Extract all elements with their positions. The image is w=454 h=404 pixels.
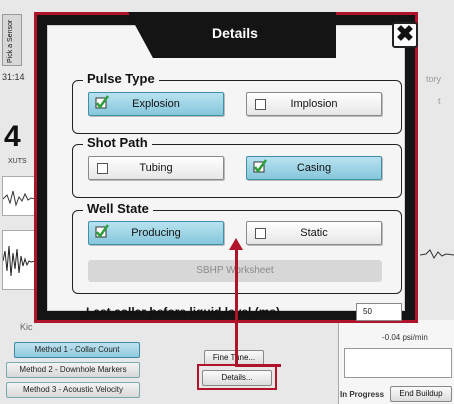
- trace-panel-bottom: [2, 230, 35, 290]
- rate-chart-box: [344, 348, 452, 378]
- pick-sensor-button[interactable]: Pick a Sensor: [2, 14, 22, 66]
- method1-button[interactable]: Method 1 - Collar Count: [14, 342, 140, 358]
- shot-path-legend: Shot Path: [83, 135, 152, 150]
- casing-label: Casing: [296, 162, 332, 174]
- unchecked-checkbox-icon: [97, 163, 108, 174]
- waveform-icon: [3, 245, 34, 277]
- pulse-type-legend: Pulse Type: [83, 71, 159, 86]
- implosion-label: Implosion: [290, 98, 338, 110]
- arrow-up-icon: [229, 238, 243, 250]
- explosion-label: Explosion: [132, 98, 180, 110]
- end-buildup-button[interactable]: End Buildup: [390, 386, 452, 402]
- static-option[interactable]: Static: [246, 221, 382, 245]
- rate-text: -0.04 psi/min: [382, 333, 428, 342]
- unchecked-checkbox-icon: [255, 228, 266, 239]
- well-state-legend: Well State: [83, 201, 153, 216]
- producing-label: Producing: [131, 227, 181, 239]
- last-collar-label: Last collar before liquid level (ms): [86, 305, 281, 319]
- kick-label: Kic: [20, 322, 33, 332]
- pick-sensor-label: Pick a Sensor: [7, 19, 14, 63]
- time-text: 31:14: [2, 72, 25, 82]
- callout-arrow-line: [235, 248, 238, 366]
- close-button[interactable]: ✖: [392, 22, 418, 48]
- method3-button[interactable]: Method 3 - Acoustic Velocity: [6, 382, 140, 398]
- close-icon: ✖: [395, 21, 415, 46]
- unchecked-checkbox-icon: [255, 99, 266, 110]
- small-label: ХUTS: [8, 158, 27, 165]
- static-label: Static: [300, 227, 328, 239]
- trace-graph-icon: [3, 190, 34, 207]
- checked-checkbox-icon: [95, 95, 109, 110]
- casing-option[interactable]: Casing: [246, 156, 382, 180]
- tubing-option[interactable]: Tubing: [88, 156, 224, 180]
- last-collar-input[interactable]: 50: [356, 303, 402, 321]
- callout-arrow-connector: [235, 364, 281, 367]
- status-text: In Progress: [340, 390, 385, 399]
- side-text: t: [438, 96, 441, 106]
- tubing-label: Tubing: [139, 162, 173, 174]
- big-value: 4: [4, 120, 21, 153]
- details-button-highlight: [197, 364, 277, 390]
- dialog-title: Details: [212, 25, 258, 41]
- producing-option[interactable]: Producing: [88, 221, 224, 245]
- trace-panel-top: [2, 176, 35, 216]
- tab-right-text: tory: [426, 74, 442, 84]
- explosion-option[interactable]: Explosion: [88, 92, 224, 116]
- implosion-option[interactable]: Implosion: [246, 92, 382, 116]
- checked-checkbox-icon: [95, 224, 109, 239]
- right-trace-icon: [420, 249, 454, 259]
- checked-checkbox-icon: [253, 159, 267, 174]
- method2-button[interactable]: Method 2 - Downhole Markers: [6, 362, 140, 378]
